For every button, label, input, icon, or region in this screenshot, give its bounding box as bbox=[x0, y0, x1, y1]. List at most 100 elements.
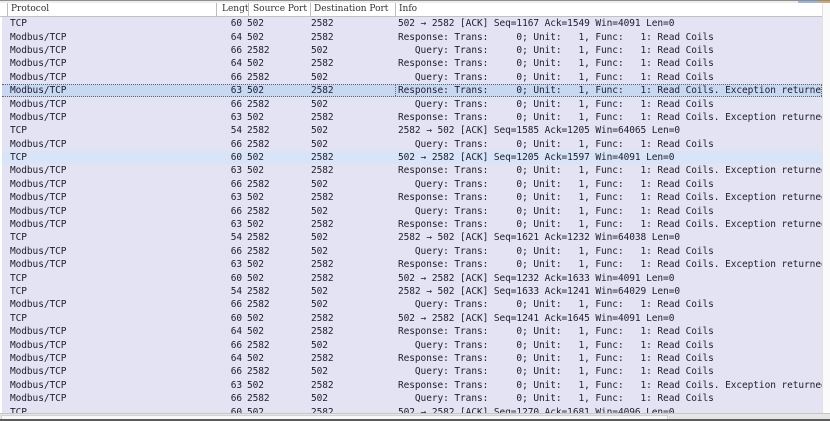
packet-row[interactable]: Modbus/TCP 63 502 2582 Response: Trans: … bbox=[2, 218, 822, 231]
packet-row[interactable]: Modbus/TCP 66 2582 502 Query: Trans: 0; … bbox=[2, 44, 822, 57]
column-header-length[interactable]: Length bbox=[216, 3, 248, 16]
protocol-cell: Modbus/TCP bbox=[2, 165, 216, 176]
length-cell: 66 bbox=[216, 72, 242, 83]
length-cell: 54 bbox=[216, 286, 242, 297]
destination-port-cell: 2582 bbox=[310, 326, 395, 337]
packet-row[interactable]: Modbus/TCP 66 2582 502 Query: Trans: 0; … bbox=[2, 338, 822, 351]
packet-row[interactable]: Modbus/TCP 66 2582 502 Query: Trans: 0; … bbox=[2, 245, 822, 258]
length-cell: 64 bbox=[216, 32, 242, 43]
packet-row[interactable]: Modbus/TCP 66 2582 502 Query: Trans: 0; … bbox=[2, 138, 822, 151]
destination-port-cell: 2582 bbox=[310, 259, 395, 270]
packet-row[interactable]: Modbus/TCP 66 2582 502 Query: Trans: 0; … bbox=[2, 298, 822, 311]
protocol-cell: Modbus/TCP bbox=[2, 58, 216, 69]
packet-row[interactable]: Modbus/TCP 66 2582 502 Query: Trans: 0; … bbox=[2, 365, 822, 378]
destination-port-cell: 502 bbox=[310, 232, 395, 243]
destination-port-cell: 2582 bbox=[310, 165, 395, 176]
info-cell: Query: Trans: 0; Unit: 1, Func: 1: Read … bbox=[395, 206, 822, 217]
info-cell: Query: Trans: 0; Unit: 1, Func: 1: Read … bbox=[395, 72, 822, 83]
source-port-cell: 2582 bbox=[242, 299, 310, 310]
protocol-cell: Modbus/TCP bbox=[2, 139, 216, 150]
column-header-destination-port[interactable]: Destination Port bbox=[310, 3, 395, 16]
source-port-cell: 502 bbox=[242, 32, 310, 43]
protocol-cell: Modbus/TCP bbox=[2, 246, 216, 257]
source-port-cell: 2582 bbox=[242, 139, 310, 150]
source-port-cell: 2582 bbox=[242, 125, 310, 136]
packet-list-window: Protocol Length Source Port Destination … bbox=[0, 0, 830, 421]
protocol-cell: Modbus/TCP bbox=[2, 393, 216, 404]
packet-row[interactable]: TCP 60 502 2582 502 → 2582 [ACK] Seq=123… bbox=[2, 271, 822, 284]
packet-row[interactable]: Modbus/TCP 63 502 2582 Response: Trans: … bbox=[2, 258, 822, 271]
packet-row[interactable]: Modbus/TCP 66 2582 502 Query: Trans: 0; … bbox=[2, 178, 822, 191]
column-header-info[interactable]: Info bbox=[395, 3, 822, 16]
info-cell: Response: Trans: 0; Unit: 1, Func: 1: Re… bbox=[395, 85, 822, 96]
packet-row[interactable]: Modbus/TCP 64 502 2582 Response: Trans: … bbox=[2, 57, 822, 70]
destination-port-cell: 2582 bbox=[310, 192, 395, 203]
packet-row[interactable]: TCP 54 2582 502 2582 → 502 [ACK] Seq=163… bbox=[2, 285, 822, 298]
length-cell: 66 bbox=[216, 99, 242, 110]
source-port-cell: 502 bbox=[242, 85, 310, 96]
column-header-row: Protocol Length Source Port Destination … bbox=[0, 3, 830, 17]
destination-port-cell: 2582 bbox=[310, 58, 395, 69]
protocol-cell: Modbus/TCP bbox=[2, 99, 216, 110]
packet-row[interactable]: TCP 60 502 2582 502 → 2582 [ACK] Seq=120… bbox=[2, 151, 822, 164]
info-cell: Response: Trans: 0; Unit: 1, Func: 1: Re… bbox=[395, 192, 822, 203]
length-cell: 64 bbox=[216, 326, 242, 337]
info-cell: 2582 → 502 [ACK] Seq=1585 Ack=1205 Win=6… bbox=[395, 125, 822, 136]
destination-port-cell: 2582 bbox=[310, 32, 395, 43]
packet-row[interactable]: TCP 54 2582 502 2582 → 502 [ACK] Seq=158… bbox=[2, 124, 822, 137]
packet-row[interactable]: Modbus/TCP 64 502 2582 Response: Trans: … bbox=[2, 30, 822, 43]
length-cell: 64 bbox=[216, 58, 242, 69]
length-cell: 66 bbox=[216, 45, 242, 56]
destination-port-cell: 502 bbox=[310, 286, 395, 297]
info-cell: Query: Trans: 0; Unit: 1, Func: 1: Read … bbox=[395, 139, 822, 150]
info-cell: 502 → 2582 [ACK] Seq=1232 Ack=1633 Win=4… bbox=[395, 273, 822, 284]
packet-row[interactable]: Modbus/TCP 66 2582 502 Query: Trans: 0; … bbox=[2, 71, 822, 84]
packet-row[interactable]: TCP 60 502 2582 502 → 2582 [ACK] Seq=124… bbox=[2, 312, 822, 325]
packet-row[interactable]: Modbus/TCP 63 502 2582 Response: Trans: … bbox=[2, 111, 822, 124]
destination-port-cell: 502 bbox=[310, 206, 395, 217]
protocol-cell: Modbus/TCP bbox=[2, 366, 216, 377]
column-header-source-port[interactable]: Source Port bbox=[248, 3, 310, 16]
packet-row[interactable]: Modbus/TCP 63 502 2582 Response: Trans: … bbox=[2, 84, 822, 97]
protocol-cell: TCP bbox=[2, 232, 216, 243]
length-cell: 63 bbox=[216, 219, 242, 230]
packet-row[interactable]: TCP 60 502 2582 502 → 2582 [ACK] Seq=116… bbox=[2, 17, 822, 30]
packet-row[interactable]: Modbus/TCP 63 502 2582 Response: Trans: … bbox=[2, 164, 822, 177]
packet-row[interactable]: Modbus/TCP 64 502 2582 Response: Trans: … bbox=[2, 352, 822, 365]
info-cell: Response: Trans: 0; Unit: 1, Func: 1: Re… bbox=[395, 219, 822, 230]
packet-row[interactable]: TCP 60 502 2582 502 → 2582 [ACK] Seq=127… bbox=[2, 405, 822, 413]
source-port-cell: 502 bbox=[242, 165, 310, 176]
info-cell: Response: Trans: 0; Unit: 1, Func: 1: Re… bbox=[395, 165, 822, 176]
destination-port-cell: 2582 bbox=[310, 152, 395, 163]
protocol-cell: Modbus/TCP bbox=[2, 192, 216, 203]
packet-row[interactable]: Modbus/TCP 63 502 2582 Response: Trans: … bbox=[2, 379, 822, 392]
source-port-cell: 2582 bbox=[242, 45, 310, 56]
source-port-cell: 2582 bbox=[242, 366, 310, 377]
protocol-cell: Modbus/TCP bbox=[2, 326, 216, 337]
vertical-scrollbar-area[interactable] bbox=[822, 3, 830, 413]
destination-port-cell: 502 bbox=[310, 340, 395, 351]
source-port-cell: 2582 bbox=[242, 206, 310, 217]
packet-row[interactable]: Modbus/TCP 64 502 2582 Response: Trans: … bbox=[2, 325, 822, 338]
length-cell: 63 bbox=[216, 380, 242, 391]
length-cell: 66 bbox=[216, 179, 242, 190]
info-cell: Query: Trans: 0; Unit: 1, Func: 1: Read … bbox=[395, 45, 822, 56]
protocol-cell: Modbus/TCP bbox=[2, 259, 216, 270]
protocol-cell: Modbus/TCP bbox=[2, 219, 216, 230]
packet-row[interactable]: TCP 54 2582 502 2582 → 502 [ACK] Seq=162… bbox=[2, 231, 822, 244]
destination-port-cell: 2582 bbox=[310, 313, 395, 324]
source-port-cell: 2582 bbox=[242, 286, 310, 297]
info-cell: Response: Trans: 0; Unit: 1, Func: 1: Re… bbox=[395, 353, 822, 364]
source-port-cell: 502 bbox=[242, 380, 310, 391]
packet-row[interactable]: Modbus/TCP 63 502 2582 Response: Trans: … bbox=[2, 191, 822, 204]
length-cell: 64 bbox=[216, 353, 242, 364]
length-cell: 60 bbox=[216, 313, 242, 324]
column-header-protocol[interactable]: Protocol bbox=[7, 3, 216, 16]
info-cell: Response: Trans: 0; Unit: 1, Func: 1: Re… bbox=[395, 112, 822, 123]
source-port-cell: 502 bbox=[242, 112, 310, 123]
packet-row[interactable]: Modbus/TCP 66 2582 502 Query: Trans: 0; … bbox=[2, 392, 822, 405]
info-cell: Response: Trans: 0; Unit: 1, Func: 1: Re… bbox=[395, 326, 822, 337]
packet-list: TCP 60 502 2582 502 → 2582 [ACK] Seq=116… bbox=[2, 17, 822, 413]
packet-row[interactable]: Modbus/TCP 66 2582 502 Query: Trans: 0; … bbox=[2, 204, 822, 217]
packet-row[interactable]: Modbus/TCP 66 2582 502 Query: Trans: 0; … bbox=[2, 97, 822, 110]
